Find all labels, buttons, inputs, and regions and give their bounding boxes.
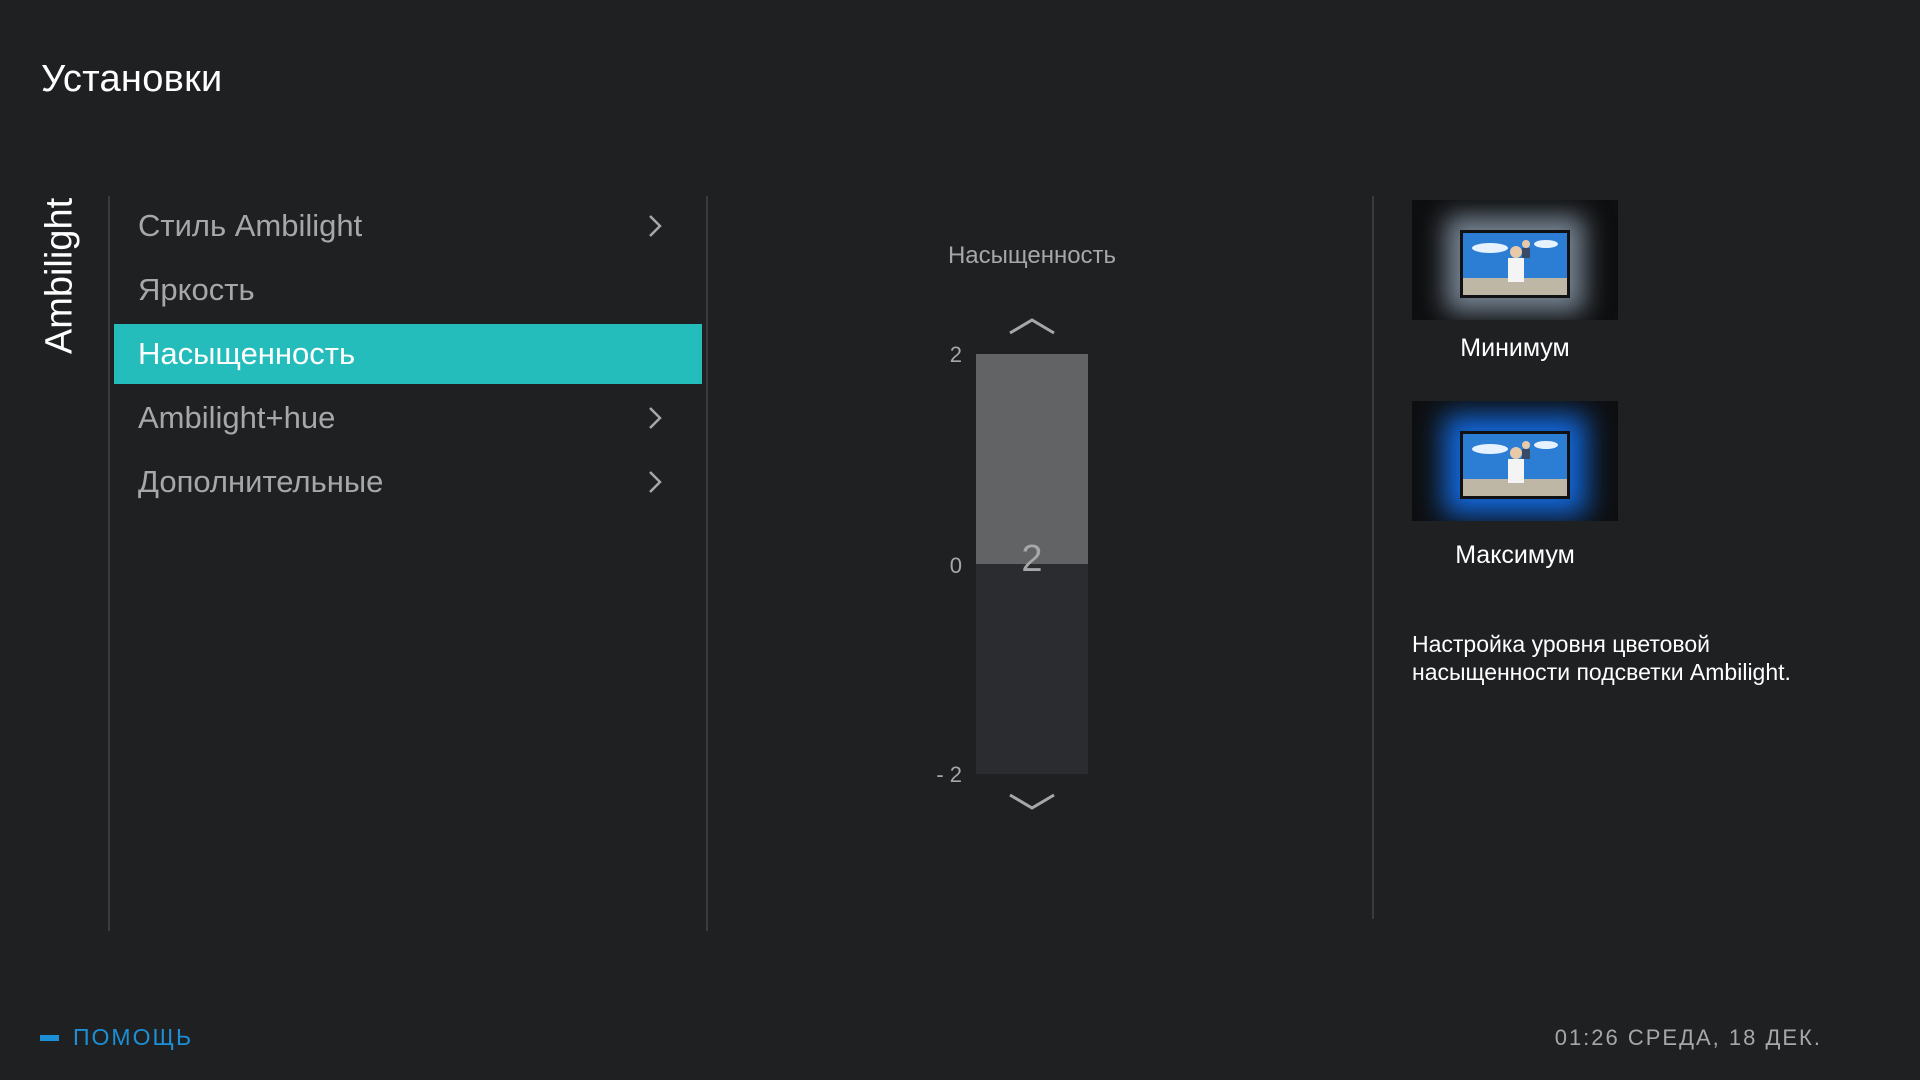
menu-item-label: Стиль Ambilight: [138, 208, 363, 243]
menu-item-brightness[interactable]: Яркость: [114, 260, 702, 320]
slider-fill: [976, 354, 1088, 564]
menu-item-label: Насыщенность: [138, 336, 356, 371]
menu-item-label: Ambilight+hue: [138, 400, 336, 435]
menu-item-saturation[interactable]: Насыщенность: [114, 324, 702, 384]
setting-description: Настройка уровня цветовой насыщенности п…: [1412, 631, 1791, 685]
sidebar-tab-label: Ambilight: [38, 197, 81, 355]
page-title: Установки: [41, 58, 223, 100]
slider-tick-zero: 0: [949, 553, 962, 578]
chevron-down-icon[interactable]: [1006, 792, 1058, 812]
option-maximum-label: Максимум: [1455, 541, 1575, 569]
divider-right: [1372, 196, 1374, 919]
clock: 01:26 СРЕДА, 18 ДЕК.: [1554, 1025, 1822, 1050]
slider-title: Насыщенность: [947, 242, 1117, 269]
tv-picture-icon: [1460, 230, 1570, 298]
settings-screen: Установки Ambilight Стиль Ambilight Ярко…: [0, 0, 1920, 1080]
chevron-right-icon: [649, 215, 662, 237]
preview-minimum-image: [1412, 200, 1618, 320]
settings-menu: Стиль Ambilight Яркость Насыщенность Amb…: [114, 196, 702, 516]
menu-item-ambilight-hue[interactable]: Ambilight+hue: [114, 388, 702, 448]
help-button[interactable]: ПОМОЩЬ: [40, 1024, 193, 1051]
chevron-right-icon: [649, 471, 662, 493]
slider-value: 2: [1021, 538, 1043, 580]
menu-item-advanced[interactable]: Дополнительные: [114, 452, 702, 512]
divider-middle: [706, 196, 708, 931]
blue-key-icon: [40, 1034, 59, 1041]
slider-tick-max: 2: [949, 342, 962, 367]
chevron-up-icon[interactable]: [1006, 316, 1058, 336]
preview-maximum-image: [1412, 401, 1618, 521]
menu-item-label: Дополнительные: [138, 464, 384, 499]
sidebar-tab-ambilight[interactable]: Ambilight: [30, 196, 90, 356]
help-label: ПОМОЩЬ: [73, 1024, 194, 1050]
option-minimum-label: Минимум: [1460, 334, 1570, 362]
divider-left: [108, 196, 110, 931]
chevron-right-icon: [649, 407, 662, 429]
menu-item-label: Яркость: [138, 272, 255, 307]
slider-tick-min: - 2: [936, 762, 962, 787]
menu-item-ambilight-style[interactable]: Стиль Ambilight: [114, 196, 702, 256]
tv-picture-icon: [1460, 431, 1570, 499]
